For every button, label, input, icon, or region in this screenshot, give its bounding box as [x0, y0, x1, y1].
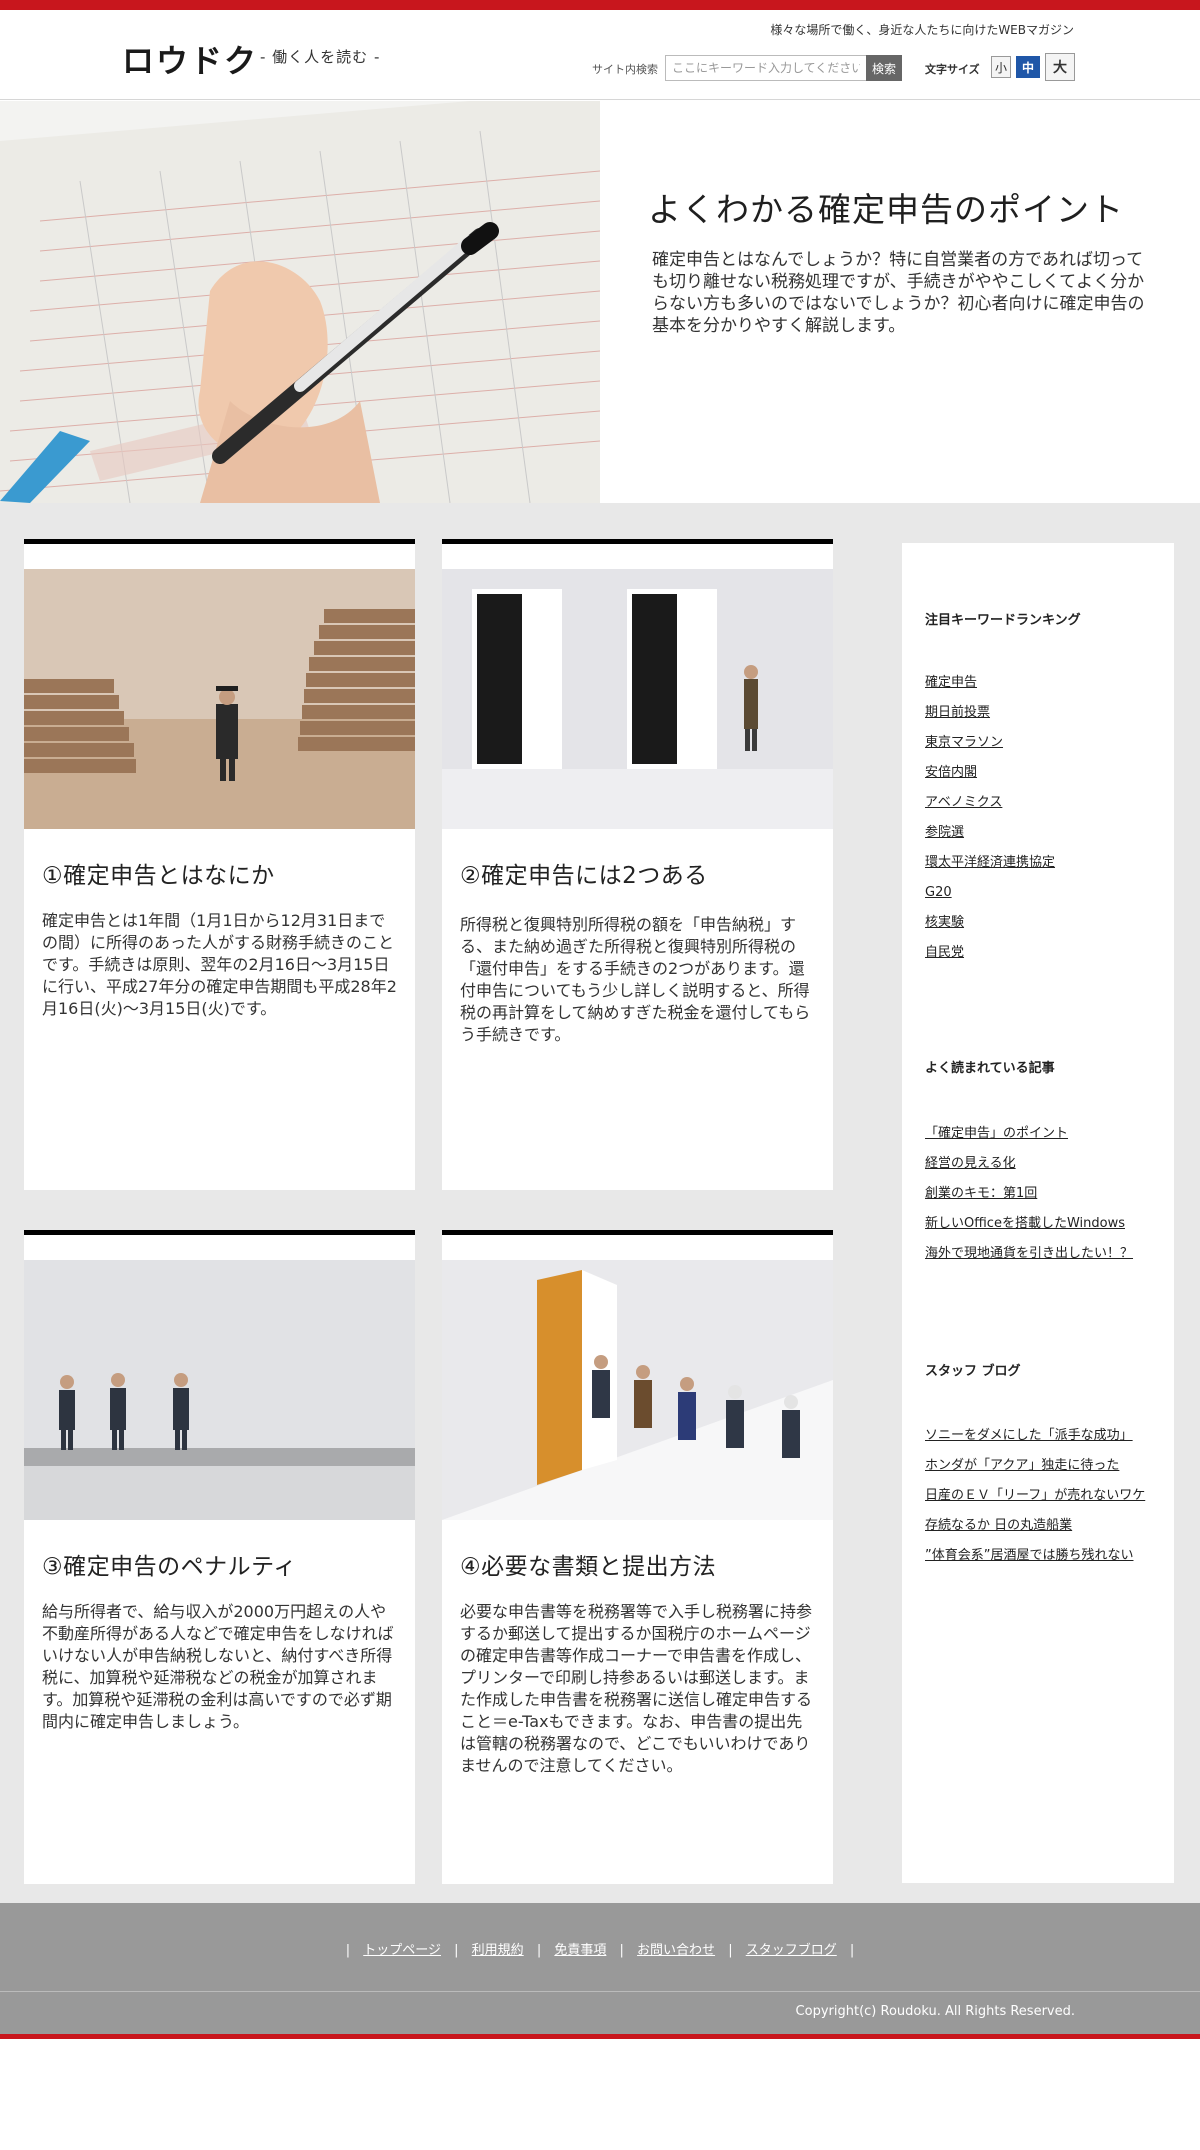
list-item: ソニーをダメにした「派手な成功」 [925, 1424, 1145, 1454]
blog-link[interactable]: ”体育会系”居酒屋では勝ち残れない [925, 1548, 1133, 1563]
card-image-figures [24, 1260, 415, 1520]
main-content: ①確定申告とはなにか 確定申告とは1年間（1月1日から12月31日までの間）に所… [0, 503, 1200, 1903]
article-link[interactable]: 海外で現地通貨を引き出したい！？ [925, 1246, 1133, 1261]
card-image-coins [24, 569, 415, 829]
footer-nav: | トップページ | 利用規約 | 免責事項 | お問い合わせ | スタッフブロ… [0, 1939, 1200, 1958]
keyword-link[interactable]: 環太平洋経済連携協定 [925, 855, 1055, 870]
footer-separator: | [728, 1943, 733, 1958]
keyword-link[interactable]: 安倍内閣 [925, 765, 977, 780]
hero-image-tax-form [0, 101, 600, 503]
search-button[interactable]: 検索 [866, 55, 902, 81]
list-item: 日産のＥＶ「リーフ」が売れないワケ [925, 1484, 1145, 1514]
list-item: 「確定申告」のポイント [925, 1122, 1133, 1152]
footer-separator: | [536, 1943, 542, 1958]
footer-separator: | [619, 1943, 624, 1958]
card-title[interactable]: ③確定申告のペナルティ [42, 1547, 297, 1581]
list-item: G20 [925, 881, 1055, 911]
sidebar: 注目キーワードランキング 確定申告 期日前投票 東京マラソン 安倍内閣 アベノミ… [902, 543, 1174, 1883]
copyright: Copyright(c) Roudoku. All Rights Reserve… [795, 2004, 1075, 2019]
staff-blog-heading: スタッフ ブログ [925, 1364, 1021, 1379]
article-link[interactable]: 経営の見える化 [925, 1156, 1016, 1171]
keyword-link[interactable]: 東京マラソン [925, 735, 1003, 750]
blog-link[interactable]: 日産のＥＶ「リーフ」が売れないワケ [925, 1488, 1145, 1503]
ranking-heading: 注目キーワードランキング [925, 613, 1081, 628]
top-accent-bar [0, 0, 1200, 10]
card-text: 所得税と復興特別所得税の額を「申告納税」する、また納め過ぎた所得税と復興特別所得… [460, 915, 811, 1044]
card-text: 確定申告とは1年間（1月1日から12月31日までの間）に所得のあった人がする財務… [42, 911, 397, 1018]
keyword-link[interactable]: 期日前投票 [925, 705, 990, 720]
card-image-queue [442, 1260, 833, 1520]
article-card[interactable]: ②確定申告には2つある 所得税と復興特別所得税の額を「申告納税」する、また納め過… [442, 539, 833, 1190]
site-header: ロウドク - 働く人を読む - 様々な場所で働く、身近な人たちに向けたWEBマガ… [0, 10, 1200, 100]
footer-divider [0, 1991, 1200, 1992]
list-item: 自民党 [925, 941, 1055, 971]
article-card[interactable]: ①確定申告とはなにか 確定申告とは1年間（1月1日から12月31日までの間）に所… [24, 539, 415, 1190]
search-label: サイト内検索 [592, 63, 658, 76]
staff-blog-list: ソニーをダメにした「派手な成功」 ホンダが「アクア」独走に待った 日産のＥＶ「リ… [925, 1424, 1145, 1574]
card-text: 給与所得者で、給与収入が2000万円超えの人や不動産所得がある人などで確定申告を… [42, 1602, 394, 1731]
keyword-link[interactable]: 参院選 [925, 825, 964, 840]
list-item: 核実験 [925, 911, 1055, 941]
card-title[interactable]: ①確定申告とはなにか [42, 856, 275, 890]
keyword-link[interactable]: 確定申告 [925, 675, 977, 690]
list-item: 参院選 [925, 821, 1055, 851]
site-footer: | トップページ | 利用規約 | 免責事項 | お問い合わせ | スタッフブロ… [0, 1903, 1200, 2034]
article-link[interactable]: 新しいOfficeを搭載したWindows [925, 1216, 1125, 1231]
card-image-doors [442, 569, 833, 829]
list-item: 海外で現地通貨を引き出したい！？ [925, 1242, 1133, 1272]
keyword-link[interactable]: 自民党 [925, 945, 964, 960]
site-tagline: 様々な場所で働く、身近な人たちに向けたWEBマガジン [770, 23, 1074, 37]
search-input[interactable] [665, 55, 867, 81]
popular-articles-list: 「確定申告」のポイント 経営の見える化 創業のキモ：第1回 新しいOfficeを… [925, 1122, 1133, 1272]
footer-link-disclaimer[interactable]: 免責事項 [554, 1943, 606, 1958]
article-link[interactable]: 創業のキモ：第1回 [925, 1186, 1037, 1201]
bottom-accent-bar [0, 2034, 1200, 2039]
hero-title: よくわかる確定申告のポイント [648, 190, 1124, 229]
list-item: 東京マラソン [925, 731, 1055, 761]
article-card[interactable]: ④必要な書類と提出方法 必要な申告書等を税務署等で入手し税務署に持参するか郵送し… [442, 1230, 833, 1884]
blog-link[interactable]: ソニーをダメにした「派手な成功」 [925, 1428, 1133, 1443]
site-logo-subtitle: - 働く人を読む - [260, 48, 381, 66]
list-item: ”体育会系”居酒屋では勝ち残れない [925, 1544, 1145, 1574]
font-size-large-button[interactable]: 大 [1045, 53, 1075, 81]
list-item: 創業のキモ：第1回 [925, 1182, 1133, 1212]
blog-link[interactable]: ホンダが「アクア」独走に待った [925, 1458, 1119, 1473]
font-size-medium-button[interactable]: 中 [1016, 56, 1040, 78]
list-item: 存続なるか 日の丸造船業 [925, 1514, 1145, 1544]
list-item: 期日前投票 [925, 701, 1055, 731]
font-size-small-button[interactable]: 小 [991, 56, 1011, 78]
list-item: 新しいOfficeを搭載したWindows [925, 1212, 1133, 1242]
footer-link-staff-blog[interactable]: スタッフブログ [746, 1943, 837, 1958]
blog-link[interactable]: 存続なるか 日の丸造船業 [925, 1518, 1072, 1533]
hero-section: よくわかる確定申告のポイント 確定申告とはなんでしょうか？特に自営業者の方であれ… [0, 101, 1200, 503]
card-title[interactable]: ④必要な書類と提出方法 [460, 1547, 716, 1581]
list-item: 安倍内閣 [925, 761, 1055, 791]
keyword-ranking-list: 確定申告 期日前投票 東京マラソン 安倍内閣 アベノミクス 参院選 環太平洋経済… [925, 671, 1055, 971]
card-text: 必要な申告書等を税務署等で入手し税務署に持参するか郵送して提出するか国税庁のホー… [460, 1602, 813, 1775]
hero-description: 確定申告とはなんでしょうか？特に自営業者の方であれば切っても切り離せない税務処理… [652, 250, 1145, 336]
keyword-link[interactable]: 核実験 [925, 915, 964, 930]
font-size-label: 文字サイズ [925, 63, 980, 76]
article-link[interactable]: 「確定申告」のポイント [925, 1126, 1068, 1141]
footer-separator: | [345, 1943, 351, 1958]
footer-separator: | [454, 1943, 459, 1958]
site-logo[interactable]: ロウドク [122, 36, 258, 82]
article-card[interactable]: ③確定申告のペナルティ 給与所得者で、給与収入が2000万円超えの人や不動産所得… [24, 1230, 415, 1884]
footer-separator: | [849, 1943, 855, 1958]
popular-articles-heading: よく読まれている記事 [925, 1061, 1055, 1076]
footer-link-top[interactable]: トップページ [363, 1943, 441, 1958]
footer-link-contact[interactable]: お問い合わせ [637, 1943, 715, 1958]
keyword-link[interactable]: G20 [925, 885, 952, 900]
keyword-link[interactable]: アベノミクス [925, 795, 1002, 810]
list-item: ホンダが「アクア」独走に待った [925, 1454, 1145, 1484]
list-item: 環太平洋経済連携協定 [925, 851, 1055, 881]
footer-link-terms[interactable]: 利用規約 [472, 1943, 524, 1958]
list-item: 確定申告 [925, 671, 1055, 701]
card-title[interactable]: ②確定申告には2つある [460, 856, 708, 890]
list-item: 経営の見える化 [925, 1152, 1133, 1182]
list-item: アベノミクス [925, 791, 1055, 821]
